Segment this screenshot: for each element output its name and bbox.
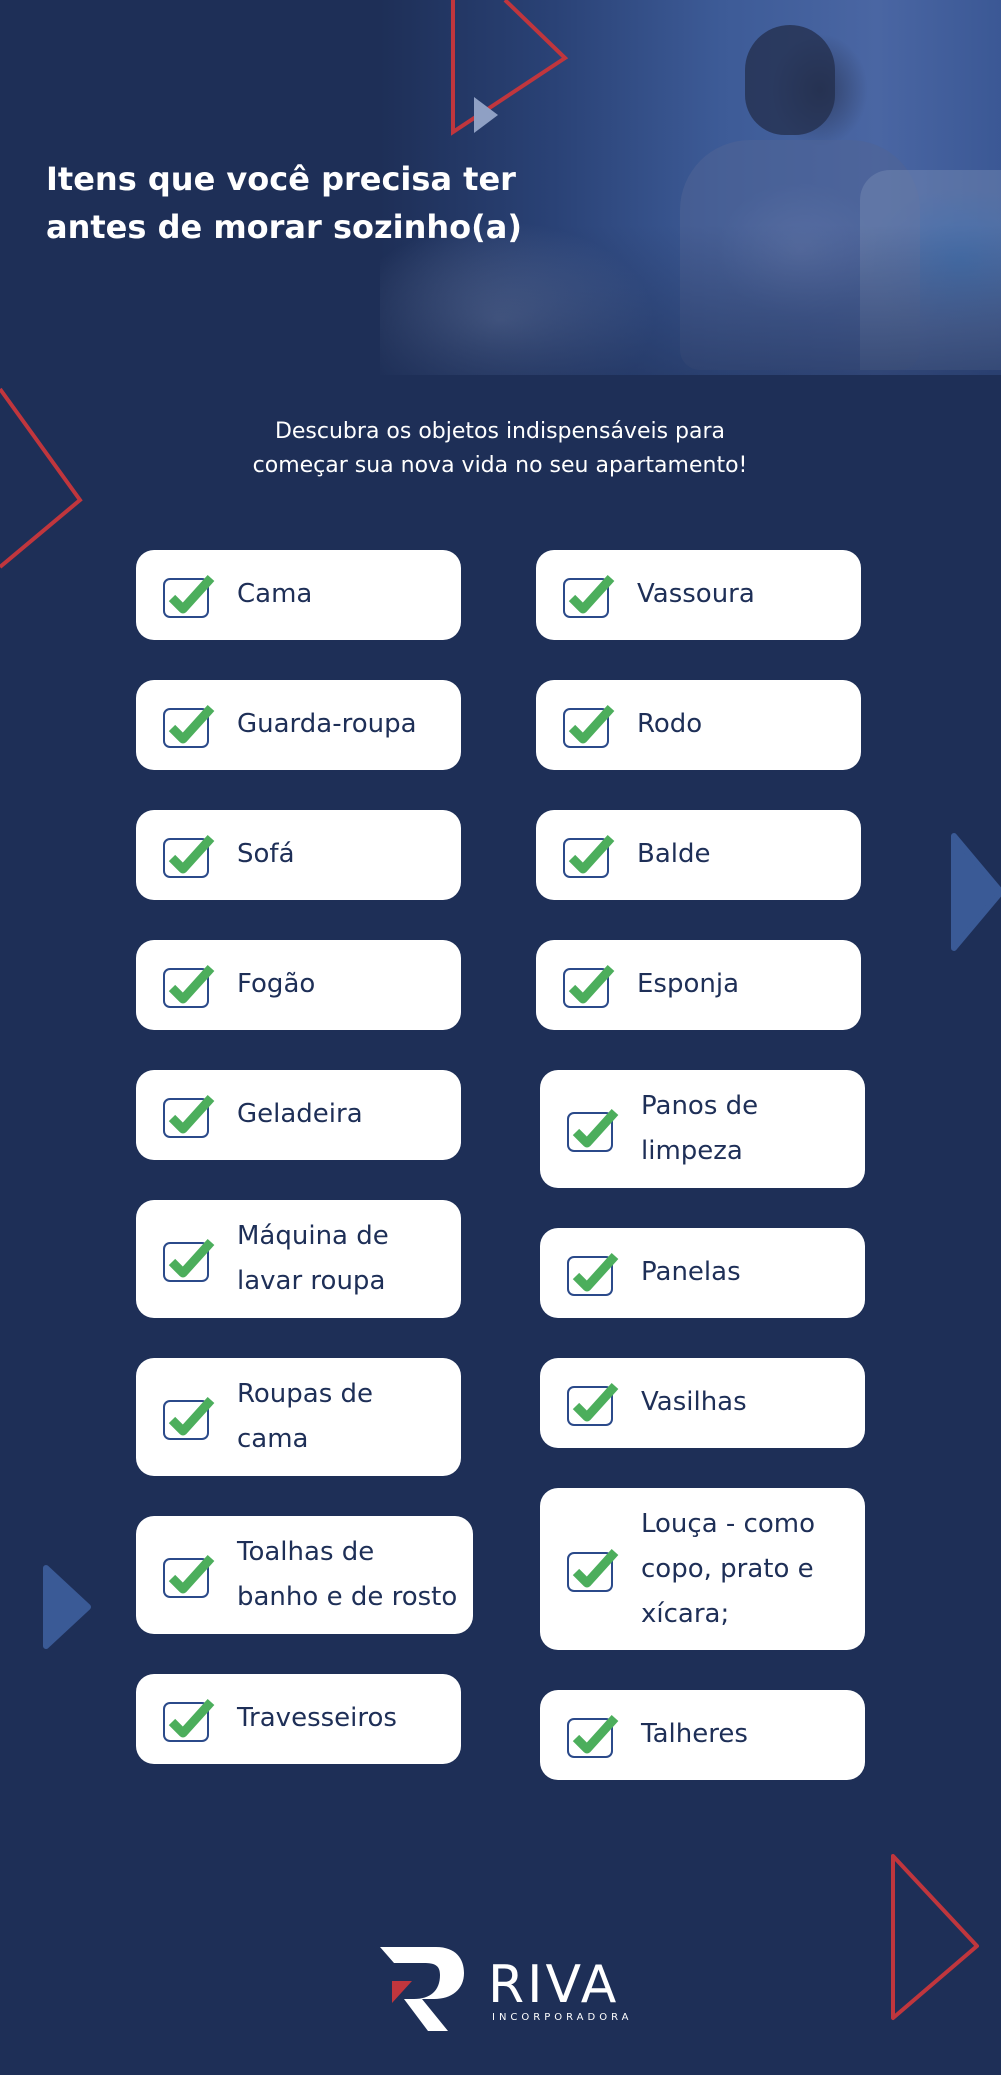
item-label: Guarda-roupa (237, 709, 417, 739)
item-label: Rodo (637, 709, 703, 739)
item-label: Cama (237, 579, 313, 609)
item-label: Balde (637, 839, 711, 869)
list-item-right-7: Vasilhas (540, 1358, 865, 1448)
checkbox-checked-icon (161, 700, 215, 750)
checkbox-checked-icon (561, 700, 615, 750)
list-item-right-2: Rodo (536, 680, 861, 770)
item-label: Louça - como copo, prato e xícara; (641, 1509, 815, 1629)
checkbox-checked-icon (161, 570, 215, 620)
item-label: Esponja (637, 969, 740, 999)
play-icon (474, 97, 498, 133)
list-item-right-6: Panelas (540, 1228, 865, 1318)
item-label: Geladeira (237, 1099, 363, 1129)
item-label: Vasilhas (641, 1387, 747, 1417)
checkbox-checked-icon (161, 960, 215, 1010)
list-item-left-8: Toalhas de banho e de rosto (136, 1516, 473, 1634)
logo-tagline: INCORPORADORA (492, 2012, 633, 2023)
checkbox-checked-icon (561, 830, 615, 880)
item-label: Roupas de cama (237, 1379, 374, 1454)
item-label: Toalhas de banho e de rosto (237, 1537, 458, 1612)
item-label: Sofá (237, 839, 295, 869)
intro-line-2: começar sua nova vida no seu apartamento… (252, 453, 748, 478)
list-item-right-8: Louça - como copo, prato e xícara; (540, 1488, 865, 1650)
list-item-left-1: Cama (136, 550, 461, 640)
riva-logo-mark-icon (380, 1947, 464, 2031)
checkbox-checked-icon (565, 1378, 619, 1428)
checkbox-checked-icon (565, 1248, 619, 1298)
item-label: Panelas (641, 1257, 741, 1287)
checkbox-checked-icon (161, 1392, 215, 1442)
list-item-right-1: Vassoura (536, 550, 861, 640)
list-item-left-6: Máquina de lavar roupa (136, 1200, 461, 1318)
page-title-line-2: antes de morar sozinho(a) (46, 208, 522, 246)
list-item-right-3: Balde (536, 810, 861, 900)
checkbox-checked-icon (565, 1544, 619, 1594)
list-item-left-7: Roupas de cama (136, 1358, 461, 1476)
item-label: Vassoura (637, 579, 755, 609)
triangle-outline-icon (0, 387, 83, 569)
checkbox-checked-icon (161, 1550, 215, 1600)
checkbox-checked-icon (565, 1104, 619, 1154)
item-label: Fogão (237, 969, 316, 999)
list-item-right-5: Panos de limpeza (540, 1070, 865, 1188)
list-item-left-4: Fogão (136, 940, 461, 1030)
play-icon (951, 833, 1001, 951)
item-label: Panos de limpeza (641, 1091, 759, 1166)
checkbox-checked-icon (161, 1090, 215, 1140)
item-label: Talheres (641, 1719, 748, 1749)
triangle-outline-icon (451, 0, 569, 136)
checkbox-checked-icon (161, 1694, 215, 1744)
hero-banner: Itens que você precisa ter antes de mora… (0, 0, 1001, 375)
checkbox-checked-icon (561, 570, 615, 620)
checkbox-checked-icon (561, 960, 615, 1010)
play-icon (43, 1565, 91, 1649)
item-label: Travesseiros (237, 1703, 397, 1733)
list-item-left-3: Sofá (136, 810, 461, 900)
triangle-outline-icon (891, 1854, 979, 2020)
list-item-left-5: Geladeira (136, 1070, 461, 1160)
list-item-left-2: Guarda-roupa (136, 680, 461, 770)
logo-wordmark: RIVA (488, 1955, 620, 2015)
page-title: Itens que você precisa ter antes de mora… (46, 155, 566, 251)
checkbox-checked-icon (161, 1234, 215, 1284)
list-item-left-9: Travesseiros (136, 1674, 461, 1764)
list-item-right-9: Talheres (540, 1690, 865, 1780)
list-item-right-4: Esponja (536, 940, 861, 1030)
checkbox-checked-icon (161, 830, 215, 880)
checkbox-checked-icon (565, 1710, 619, 1760)
riva-logo: RIVA INCORPORADORA (378, 1945, 638, 2035)
item-label: Máquina de lavar roupa (237, 1221, 389, 1296)
intro-line-1: Descubra os objetos indispensáveis para (274, 419, 726, 444)
page-title-line-1: Itens que você precisa ter (46, 160, 516, 198)
intro-text: Descubra os objetos indispensáveis para … (200, 415, 800, 483)
